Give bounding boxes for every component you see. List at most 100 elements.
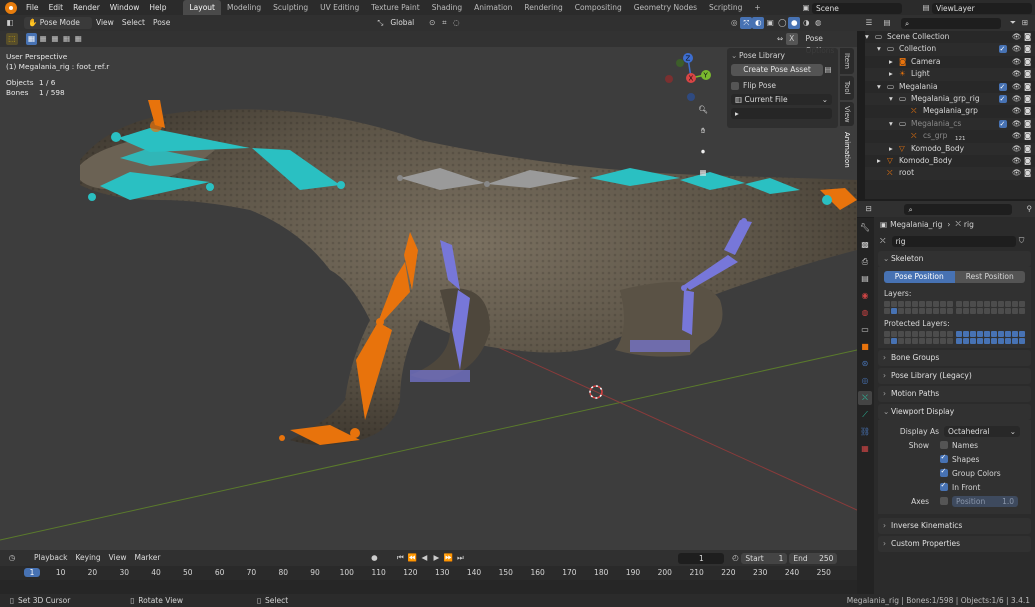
start-frame-field[interactable]: Start 1 xyxy=(741,552,788,564)
layer-cell[interactable] xyxy=(1012,301,1018,307)
gizmo-icon[interactable]: ⤧ xyxy=(740,17,753,29)
tab-shading[interactable]: Shading xyxy=(426,0,468,15)
texture-tab-icon[interactable]: ▦ xyxy=(858,442,872,456)
layer-cell[interactable] xyxy=(984,338,990,344)
zoom-icon[interactable]: 🔍︎ xyxy=(697,104,709,116)
layer-cell[interactable] xyxy=(947,338,953,344)
select-invert-icon[interactable]: ▦ xyxy=(61,33,73,45)
scene-field[interactable]: Scene xyxy=(812,2,902,14)
timeline-editor-icon[interactable]: ◷ xyxy=(6,552,18,564)
eye-icon[interactable]: 👁︎ xyxy=(1012,56,1022,68)
shading-wireframe-icon[interactable]: ◯ xyxy=(776,17,788,29)
scene-tab-icon[interactable]: ◉ xyxy=(858,289,872,303)
pan-hand-icon[interactable]: ✋︎ xyxy=(697,125,709,137)
asset-browser-icon[interactable]: ▤ xyxy=(823,64,833,76)
layer-cell[interactable] xyxy=(1019,331,1025,337)
properties-editor-icon[interactable]: ⊟ xyxy=(863,203,874,215)
layer-cell[interactable] xyxy=(912,338,918,344)
eye-icon[interactable]: 👁︎ xyxy=(1012,68,1022,80)
outliner-item[interactable]: ▾ ▭ Megalania_grp_rig 👁︎◙ xyxy=(865,92,1035,105)
tab-texture-paint[interactable]: Texture Paint xyxy=(365,0,425,15)
bone-tab-icon[interactable]: ⟋ xyxy=(858,408,872,422)
layer-cell[interactable] xyxy=(940,331,946,337)
outliner-item[interactable]: ▾ ▭ Megalania 👁︎◙ xyxy=(865,81,1035,93)
layer-cell[interactable] xyxy=(991,338,997,344)
viewlayer-selector[interactable]: ▤ ViewLayer xyxy=(920,2,1032,14)
layer-cell[interactable] xyxy=(905,301,911,307)
expand-arrow-icon[interactable]: ▸ xyxy=(889,68,893,80)
layer-cell[interactable] xyxy=(891,308,897,314)
layer-cell[interactable] xyxy=(963,301,969,307)
snap-icon[interactable]: ⌗ xyxy=(438,17,450,29)
layer-cell[interactable] xyxy=(1019,308,1025,314)
grid-view-icon[interactable]: ▦ xyxy=(697,167,709,179)
render-camera-icon[interactable]: ◙ xyxy=(1024,167,1031,179)
tool-tab-icon[interactable]: 🔧︎ xyxy=(858,221,872,235)
shading-material-icon[interactable]: ◑ xyxy=(800,17,812,29)
expand-arrow-icon[interactable]: ▾ xyxy=(877,81,881,93)
outliner-item[interactable]: ⛌ root 👁︎ ◙ xyxy=(865,167,1035,180)
layer-cell[interactable] xyxy=(1012,308,1018,314)
constraints-tab-icon[interactable]: ⊛ xyxy=(858,357,872,371)
preview-range-icon[interactable]: ◴ xyxy=(729,552,741,564)
collection-checkbox[interactable] xyxy=(999,93,1007,105)
select-extend-icon[interactable]: ▦ xyxy=(37,33,49,45)
menu-keying[interactable]: Keying xyxy=(71,552,104,564)
view-layer-tab-icon[interactable]: ▤ xyxy=(858,272,872,286)
layer-cell[interactable] xyxy=(984,308,990,314)
layer-cell[interactable] xyxy=(1019,338,1025,344)
layer-cell[interactable] xyxy=(963,308,969,314)
skeleton-panel-header[interactable]: ⌄ Skeleton xyxy=(878,251,1031,267)
eye-icon[interactable]: 👁︎ xyxy=(1012,43,1022,55)
render-camera-icon[interactable]: ◙ xyxy=(1024,43,1031,55)
filter-icon[interactable]: ⏷ xyxy=(1007,17,1019,29)
layer-cell[interactable] xyxy=(898,338,904,344)
layer-cell[interactable] xyxy=(891,301,897,307)
select-new-icon[interactable]: ▦ xyxy=(25,33,38,45)
navigation-gizmo[interactable]: Z Y X xyxy=(660,50,716,106)
render-camera-icon[interactable]: ◙ xyxy=(1024,93,1031,105)
render-tab-icon[interactable]: ▩ xyxy=(858,238,872,252)
layer-cell[interactable] xyxy=(963,331,969,337)
layer-cell[interactable] xyxy=(919,338,925,344)
layer-cell[interactable] xyxy=(912,301,918,307)
render-camera-icon[interactable]: ◙ xyxy=(1024,31,1031,43)
layer-cell[interactable] xyxy=(1012,331,1018,337)
mode-selector[interactable]: ✋ Pose Mode xyxy=(24,17,92,29)
custom-properties-panel[interactable]: › Custom Properties xyxy=(878,536,1031,552)
menu-file[interactable]: File xyxy=(21,0,44,15)
proportional-icon[interactable]: ◌ xyxy=(450,17,462,29)
editor-type-icon[interactable]: ◧ xyxy=(4,17,16,29)
layer-cell[interactable] xyxy=(933,338,939,344)
datablock-name-field[interactable]: rig xyxy=(891,235,1016,247)
layer-cell[interactable] xyxy=(898,308,904,314)
layer-cell[interactable] xyxy=(905,331,911,337)
next-keyframe-icon[interactable]: ⏩ xyxy=(442,552,454,564)
layer-cell[interactable] xyxy=(940,308,946,314)
filter-display-icon[interactable]: ▤ xyxy=(881,17,893,29)
layer-cell[interactable] xyxy=(912,308,918,314)
motion-paths-panel[interactable]: › Motion Paths xyxy=(878,386,1031,402)
tool-select-icon[interactable]: ⬚ xyxy=(6,33,18,45)
frame-ruler[interactable]: 1 10 20 30 40 50 60 70 80 90 100 110 120 130 140 150 160… xyxy=(0,566,857,580)
layer-cell[interactable] xyxy=(926,301,932,307)
protected-layers-grid[interactable] xyxy=(884,331,1025,344)
camera-view-icon[interactable]: ⏺ xyxy=(697,146,709,158)
shading-solid-icon[interactable]: ● xyxy=(788,17,801,29)
play-reverse-icon[interactable]: ◀ xyxy=(418,552,430,564)
menu-marker[interactable]: Marker xyxy=(130,552,164,564)
layer-cell[interactable] xyxy=(1005,301,1011,307)
menu-render[interactable]: Render xyxy=(68,0,105,15)
layer-cell[interactable] xyxy=(905,308,911,314)
names-checkbox[interactable] xyxy=(940,441,948,449)
group-colors-checkbox[interactable] xyxy=(940,467,948,477)
layer-cell[interactable] xyxy=(933,301,939,307)
layer-cell[interactable] xyxy=(884,301,890,307)
outliner-item[interactable]: ⛌ Megalania_grp 👁︎ ◙ xyxy=(865,105,1035,117)
outliner-item[interactable]: ▸ ☀ Light 👁︎ ◙ xyxy=(865,68,1035,81)
pose-position-button[interactable]: Pose Position xyxy=(884,271,955,283)
layer-cell[interactable] xyxy=(933,331,939,337)
pose-options-menu[interactable]: Pose Options xyxy=(802,33,857,55)
render-camera-icon[interactable]: ◙ xyxy=(1024,143,1031,155)
axes-checkbox[interactable] xyxy=(940,497,948,505)
